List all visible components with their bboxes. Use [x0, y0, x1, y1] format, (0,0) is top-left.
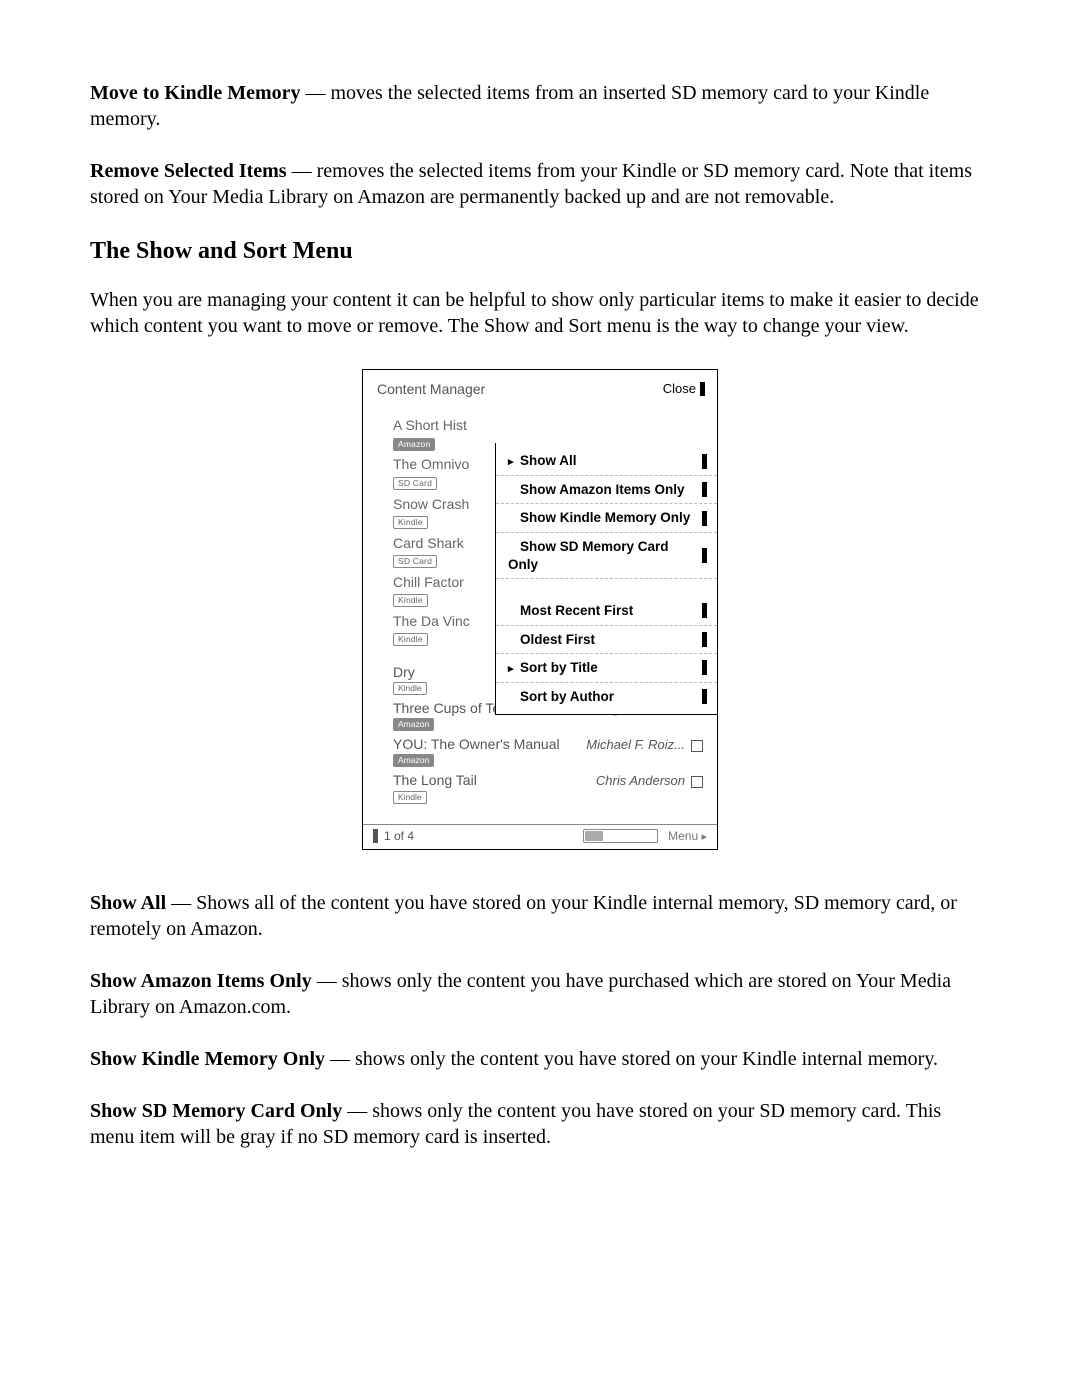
menu-label: Show SD Memory Card Only [508, 539, 669, 572]
item-badge: Amazon [393, 718, 434, 731]
menu-item-show-sd[interactable]: Show SD Memory Card Only [496, 533, 717, 579]
selector-bar-icon [702, 482, 707, 497]
item-badge: Kindle [393, 791, 427, 804]
menu-label: Sort by Author [520, 689, 614, 704]
kindle-header: Content Manager Close [363, 370, 717, 408]
definition-show-amazon: Show Amazon Items Only — shows only the … [90, 968, 990, 1020]
menu-label: Show Kindle Memory Only [520, 510, 690, 525]
definition-move-to-kindle: Move to Kindle Memory — moves the select… [90, 80, 990, 132]
item-title: YOU: The Owner's Manual [393, 735, 560, 753]
item-badge: Kindle [393, 682, 427, 695]
menu-button[interactable]: Menu ▸ [668, 829, 707, 845]
definition-remove-selected: Remove Selected Items — removes the sele… [90, 158, 990, 210]
chevron-right-icon: ▸ [701, 831, 707, 843]
section-heading: The Show and Sort Menu [90, 236, 990, 267]
checkbox-icon[interactable] [691, 740, 703, 752]
close-label: Close [663, 381, 696, 398]
list-item[interactable]: The Long Tail Kindle Chris Anderson [363, 769, 717, 805]
selector-bar-icon [702, 511, 707, 526]
menu-label: Sort by Title [520, 660, 598, 675]
section-intro: When you are managing your content it ca… [90, 287, 990, 339]
menu-label: Oldest First [520, 632, 595, 647]
show-sort-menu: ▸ Show All Show Amazon Items Only Show Ki… [495, 443, 717, 715]
selected-arrow-icon: ▸ [508, 455, 516, 469]
term: Show Amazon Items Only [90, 970, 312, 992]
kindle-frame: Content Manager Close A Short Hist Amazo… [362, 369, 718, 850]
page-bar-icon [373, 829, 378, 843]
close-icon [700, 382, 705, 396]
page-indicator: 1 of 4 [373, 829, 414, 845]
term: Show All [90, 892, 166, 914]
close-button[interactable]: Close [663, 381, 705, 398]
item-badge: Amazon [393, 438, 435, 451]
menu-item-show-kindle[interactable]: Show Kindle Memory Only [496, 504, 717, 533]
item-badge: Amazon [393, 754, 434, 767]
selector-bar-icon [702, 548, 707, 563]
kindle-title: Content Manager [377, 380, 485, 398]
menu-item-sort-author[interactable]: Sort by Author [496, 683, 717, 711]
menu-separator [496, 579, 717, 597]
page-label: 1 of 4 [384, 829, 414, 845]
item-badge: Kindle [393, 633, 428, 646]
item-badge: Kindle [393, 516, 428, 529]
menu-label: Show Amazon Items Only [520, 482, 685, 497]
selector-bar-icon [702, 454, 707, 469]
definition-show-kindle: Show Kindle Memory Only — shows only the… [90, 1046, 990, 1072]
item-badge: SD Card [393, 555, 437, 568]
term: Move to Kindle Memory [90, 82, 301, 104]
selector-bar-icon [702, 689, 707, 704]
selector-bar-icon [702, 632, 707, 647]
progress-indicator [583, 829, 658, 843]
kindle-screenshot: Content Manager Close A Short Hist Amazo… [90, 369, 990, 850]
menu-label: Most Recent First [520, 603, 633, 618]
selector-bar-icon [702, 660, 707, 675]
definition-show-all: Show All — Shows all of the content you … [90, 890, 990, 942]
menu-item-oldest[interactable]: Oldest First [496, 626, 717, 655]
item-title: The Long Tail [393, 771, 477, 789]
menu-label: Show All [520, 453, 577, 468]
menu-item-most-recent[interactable]: Most Recent First [496, 597, 717, 626]
item-badge: SD Card [393, 477, 437, 490]
kindle-body: A Short Hist Amazon The Omnivo SD Card S… [363, 408, 717, 815]
kindle-footer: 1 of 4 Menu ▸ [363, 824, 717, 850]
selector-bar-icon [702, 603, 707, 618]
menu-item-show-amazon[interactable]: Show Amazon Items Only [496, 476, 717, 505]
definition-text: — shows only the content you have stored… [325, 1048, 938, 1070]
term: Remove Selected Items [90, 160, 287, 182]
definition-text: — Shows all of the content you have stor… [90, 892, 957, 940]
selected-arrow-icon: ▸ [508, 662, 516, 676]
term: Show SD Memory Card Only [90, 1100, 342, 1122]
menu-item-show-all[interactable]: ▸ Show All [496, 447, 717, 476]
item-badge: Kindle [393, 594, 428, 607]
menu-button-label: Menu [668, 829, 698, 843]
term: Show Kindle Memory Only [90, 1048, 325, 1070]
item-author: Michael F. Roiz... [586, 737, 685, 754]
item-author: Chris Anderson [596, 773, 685, 790]
checkbox-icon[interactable] [691, 776, 703, 788]
definition-show-sd: Show SD Memory Card Only — shows only th… [90, 1098, 990, 1150]
list-item[interactable]: YOU: The Owner's Manual Amazon Michael F… [363, 733, 717, 769]
item-title: A Short Hist [393, 416, 717, 434]
menu-item-sort-title[interactable]: ▸ Sort by Title [496, 654, 717, 683]
item-title: Dry [393, 663, 415, 681]
